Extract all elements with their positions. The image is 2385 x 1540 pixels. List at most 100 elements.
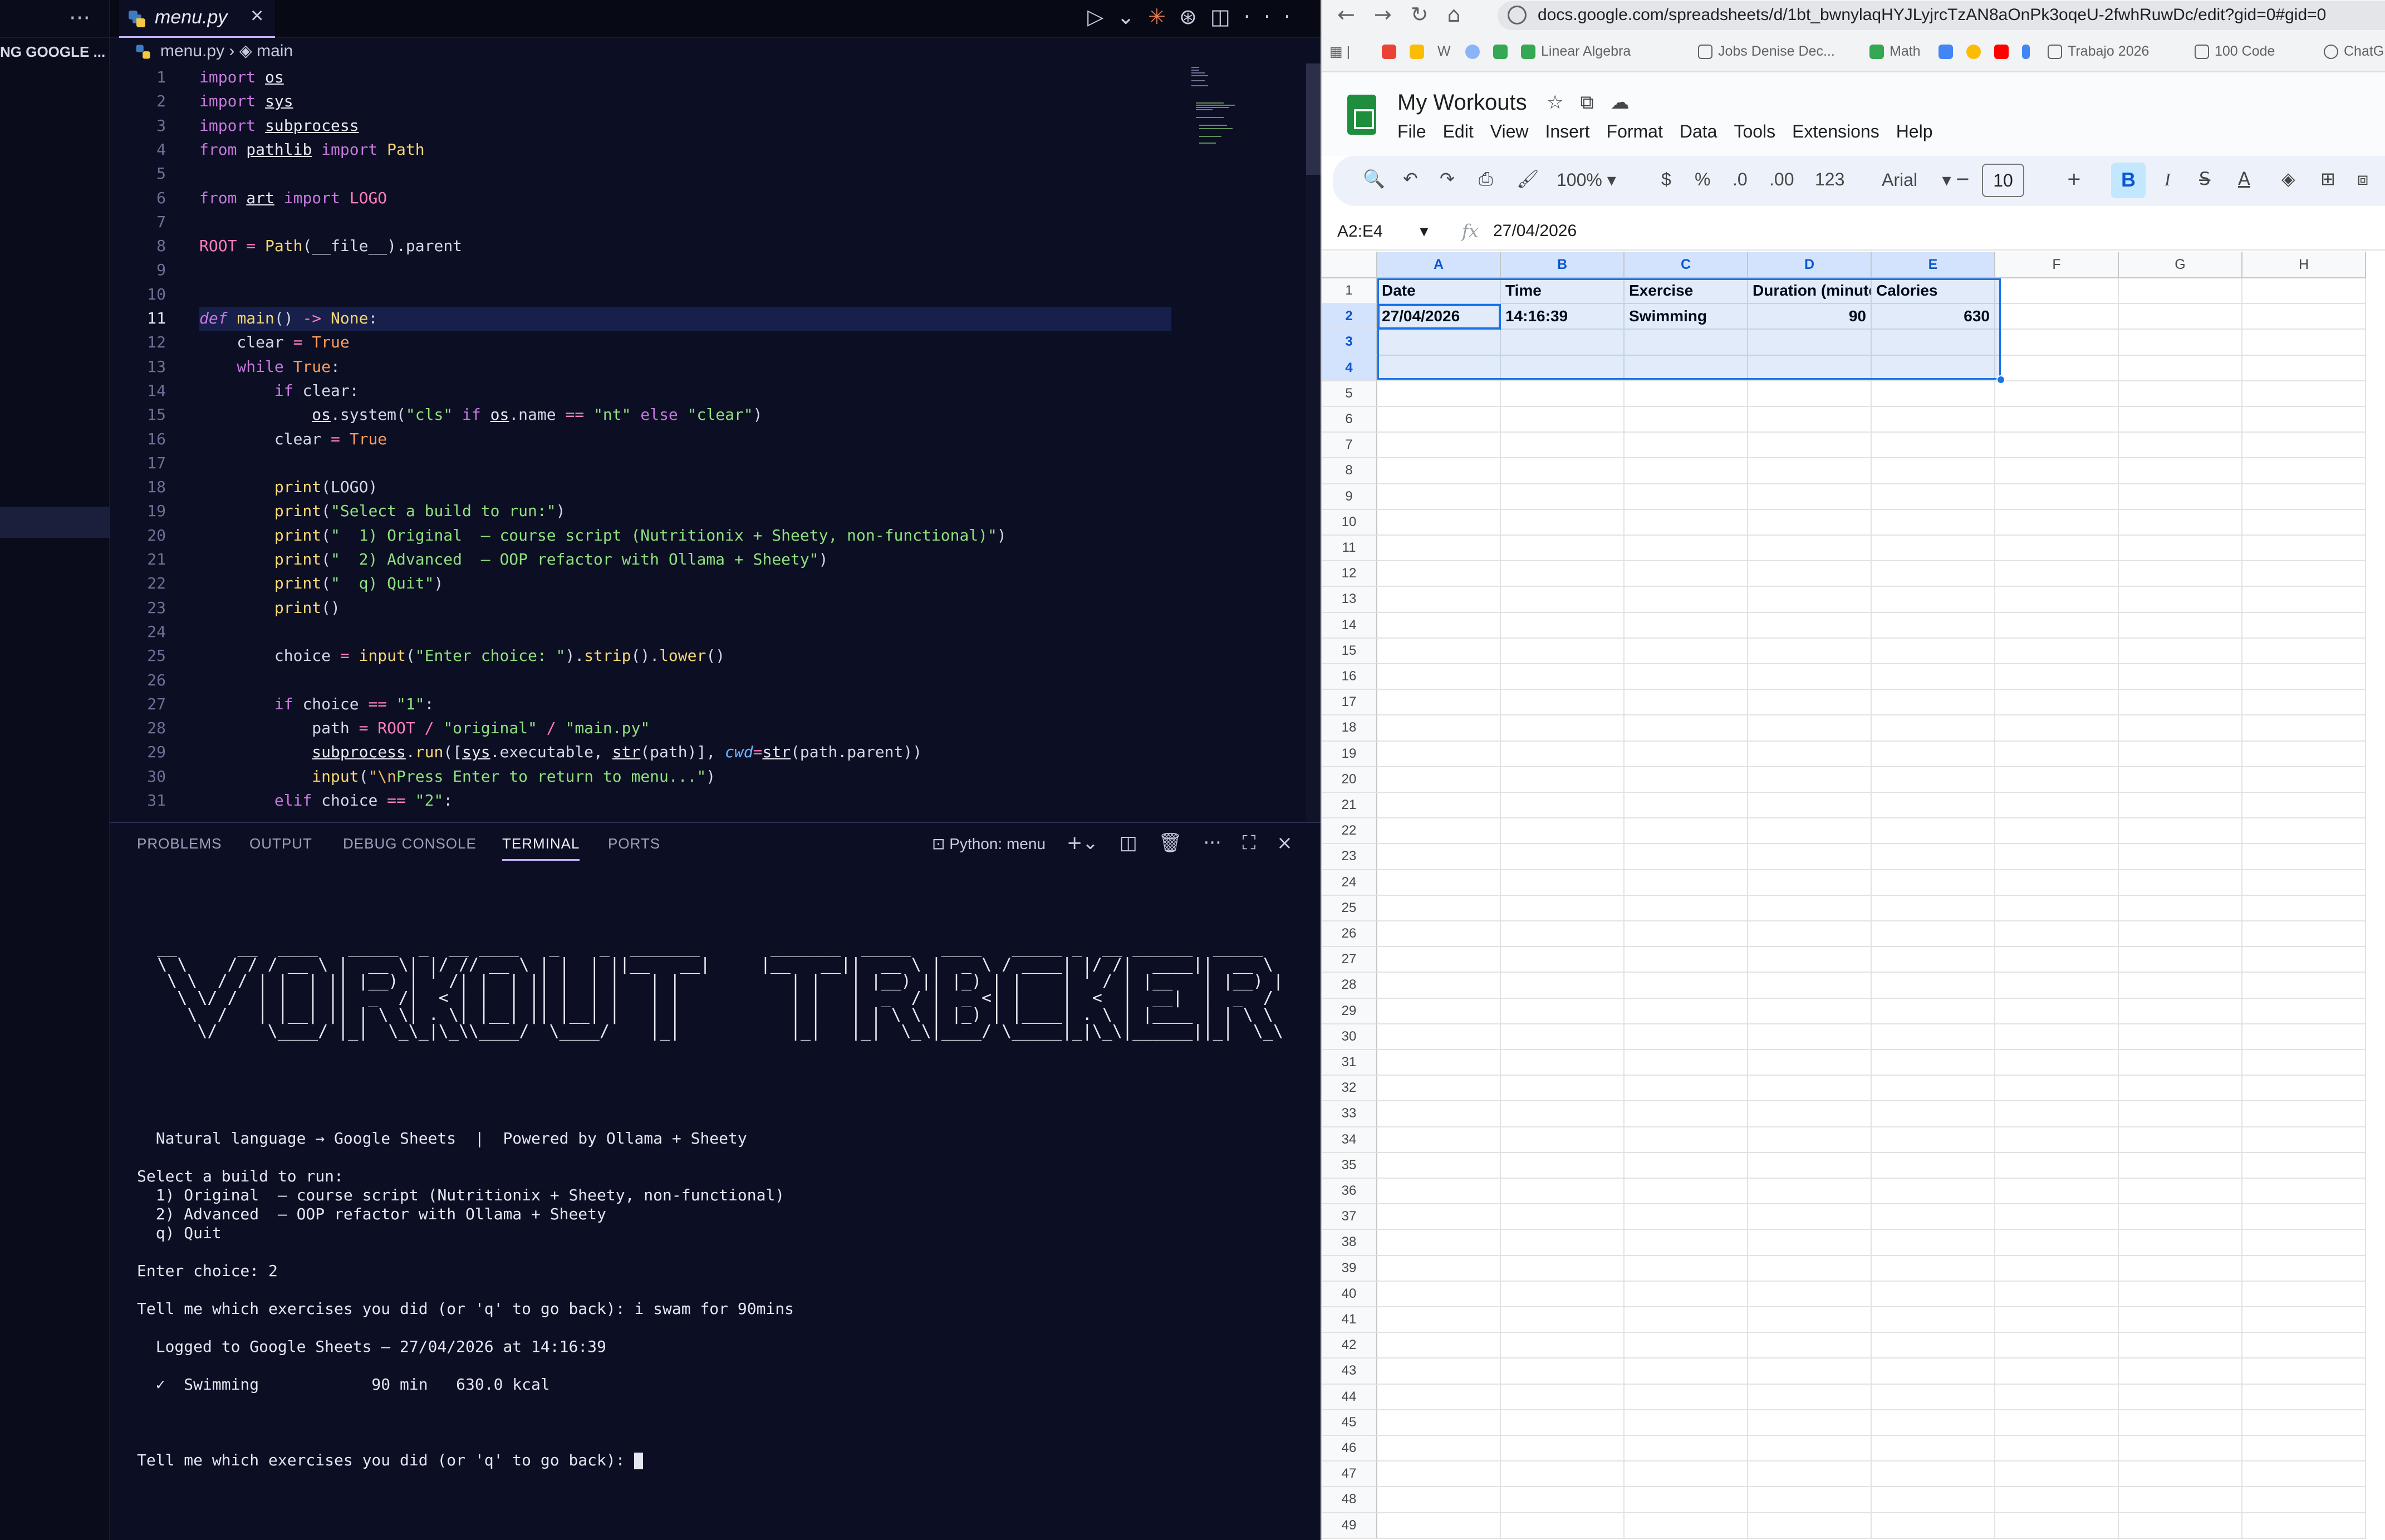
explorer-section-title[interactable]: NG GOOGLE ... (0, 40, 110, 65)
cell[interactable] (2242, 1281, 2366, 1307)
cell[interactable] (1377, 484, 1501, 510)
cell[interactable] (1625, 536, 1748, 562)
row-header[interactable]: 35 (1322, 1152, 1377, 1179)
cell[interactable] (1872, 818, 1995, 845)
cell[interactable] (1872, 690, 1995, 716)
cell[interactable] (1501, 715, 1625, 742)
cell[interactable] (1748, 1101, 1872, 1127)
number-format-button[interactable]: 123 (1815, 169, 1844, 190)
cell[interactable] (1377, 509, 1501, 536)
cell[interactable] (1377, 998, 1501, 1024)
tab-problems[interactable]: PROBLEMS (137, 835, 222, 852)
menu-help[interactable]: Help (1896, 121, 1933, 141)
cell[interactable] (1625, 844, 1748, 870)
cell[interactable] (2242, 536, 2366, 562)
cell[interactable]: 90 (1748, 304, 1872, 330)
cell[interactable] (1995, 741, 2119, 767)
cell[interactable] (2242, 304, 2366, 330)
cell[interactable] (1748, 741, 1872, 767)
cell[interactable] (1995, 1076, 2119, 1102)
cell[interactable] (1872, 587, 1995, 613)
cell[interactable] (1748, 1333, 1872, 1359)
cell[interactable] (1872, 1024, 1995, 1050)
cell[interactable] (1872, 407, 1995, 433)
cell[interactable] (1625, 1487, 1748, 1513)
cell[interactable] (1625, 587, 1748, 613)
cell[interactable] (1625, 1513, 1748, 1539)
move-folder-icon[interactable]: ⧉ (1580, 91, 1610, 114)
row-header[interactable]: 16 (1322, 664, 1377, 690)
menu-insert[interactable]: Insert (1545, 121, 1589, 141)
row-header[interactable]: 28 (1322, 973, 1377, 999)
row-header[interactable]: 23 (1322, 844, 1377, 870)
cell[interactable] (1748, 1487, 1872, 1513)
cell[interactable] (1501, 1358, 1625, 1385)
cell[interactable] (2242, 612, 2366, 639)
cell[interactable] (2119, 1024, 2242, 1050)
menu-extensions[interactable]: Extensions (1792, 121, 1879, 141)
row-header[interactable]: 32 (1322, 1076, 1377, 1102)
cell[interactable] (1995, 433, 2119, 459)
cell[interactable] (1501, 1024, 1625, 1050)
cell[interactable] (1995, 921, 2119, 948)
cell[interactable] (1625, 1410, 1748, 1436)
cell[interactable] (1501, 1410, 1625, 1436)
cell[interactable] (1377, 844, 1501, 870)
cell[interactable] (1872, 433, 1995, 459)
cell[interactable] (1872, 921, 1995, 948)
cell[interactable]: 630 (1872, 304, 1995, 330)
bookmark-100-code[interactable]: 100 Code (2195, 43, 2275, 60)
percent-button[interactable]: % (1695, 169, 1710, 190)
cell[interactable] (2242, 741, 2366, 767)
row-header[interactable]: 37 (1322, 1204, 1377, 1230)
cell[interactable] (1748, 1050, 1872, 1076)
column-header-b[interactable]: B (1501, 252, 1625, 278)
cell[interactable] (1872, 484, 1995, 510)
row-header[interactable]: 22 (1322, 818, 1377, 845)
cell[interactable] (1625, 1152, 1748, 1179)
more-actions-icon[interactable]: ··· (1203, 832, 1221, 854)
cell[interactable] (1748, 1204, 1872, 1230)
cell[interactable] (2242, 458, 2366, 484)
cell[interactable] (2242, 1024, 2366, 1050)
cell[interactable] (1625, 1358, 1748, 1385)
merge-cells-icon[interactable]: ⧈ (2357, 168, 2368, 190)
cell[interactable] (2242, 973, 2366, 999)
cell[interactable] (1995, 1307, 2119, 1333)
cell[interactable] (1748, 587, 1872, 613)
cell[interactable] (2119, 1255, 2242, 1282)
cell[interactable] (1501, 587, 1625, 613)
trash-icon[interactable]: 🗑 (1158, 832, 1182, 854)
row-header[interactable]: 13 (1322, 587, 1377, 613)
cell[interactable] (1625, 1127, 1748, 1153)
cell[interactable] (2242, 1487, 2366, 1513)
cell[interactable] (1995, 381, 2119, 407)
cell[interactable] (1995, 973, 2119, 999)
scrollbar-thumb[interactable] (1306, 63, 1321, 175)
cell[interactable]: Swimming (1625, 304, 1748, 330)
cell[interactable] (1501, 1487, 1625, 1513)
cell[interactable] (1995, 1436, 2119, 1462)
cell[interactable] (2242, 895, 2366, 921)
cell[interactable] (1377, 1076, 1501, 1102)
cell[interactable] (1377, 1127, 1501, 1153)
row-header[interactable]: 41 (1322, 1307, 1377, 1333)
sheets-logo-icon[interactable] (1347, 95, 1376, 135)
cell[interactable] (1872, 1461, 1995, 1488)
cell[interactable] (2119, 304, 2242, 330)
row-header[interactable]: 21 (1322, 793, 1377, 819)
cell[interactable] (2242, 330, 2366, 356)
name-box[interactable]: A2:E4 ▾ (1337, 222, 1428, 241)
cell[interactable] (1377, 1152, 1501, 1179)
cell[interactable] (1377, 1179, 1501, 1205)
cell[interactable]: Duration (minutes) (1748, 278, 1872, 305)
formula-input[interactable]: 27/04/2026 (1493, 222, 1577, 241)
cell[interactable] (1748, 921, 1872, 948)
cell[interactable] (1377, 767, 1501, 793)
cell[interactable] (2119, 381, 2242, 407)
cell[interactable] (2119, 973, 2242, 999)
cell[interactable] (1625, 818, 1748, 845)
cell[interactable]: 27/04/2026 (1377, 304, 1501, 330)
terminal-output[interactable]: __ __ ____ _____ _ __ ____ _ _ _______ _… (137, 902, 1295, 1508)
cell[interactable] (2119, 1281, 2242, 1307)
